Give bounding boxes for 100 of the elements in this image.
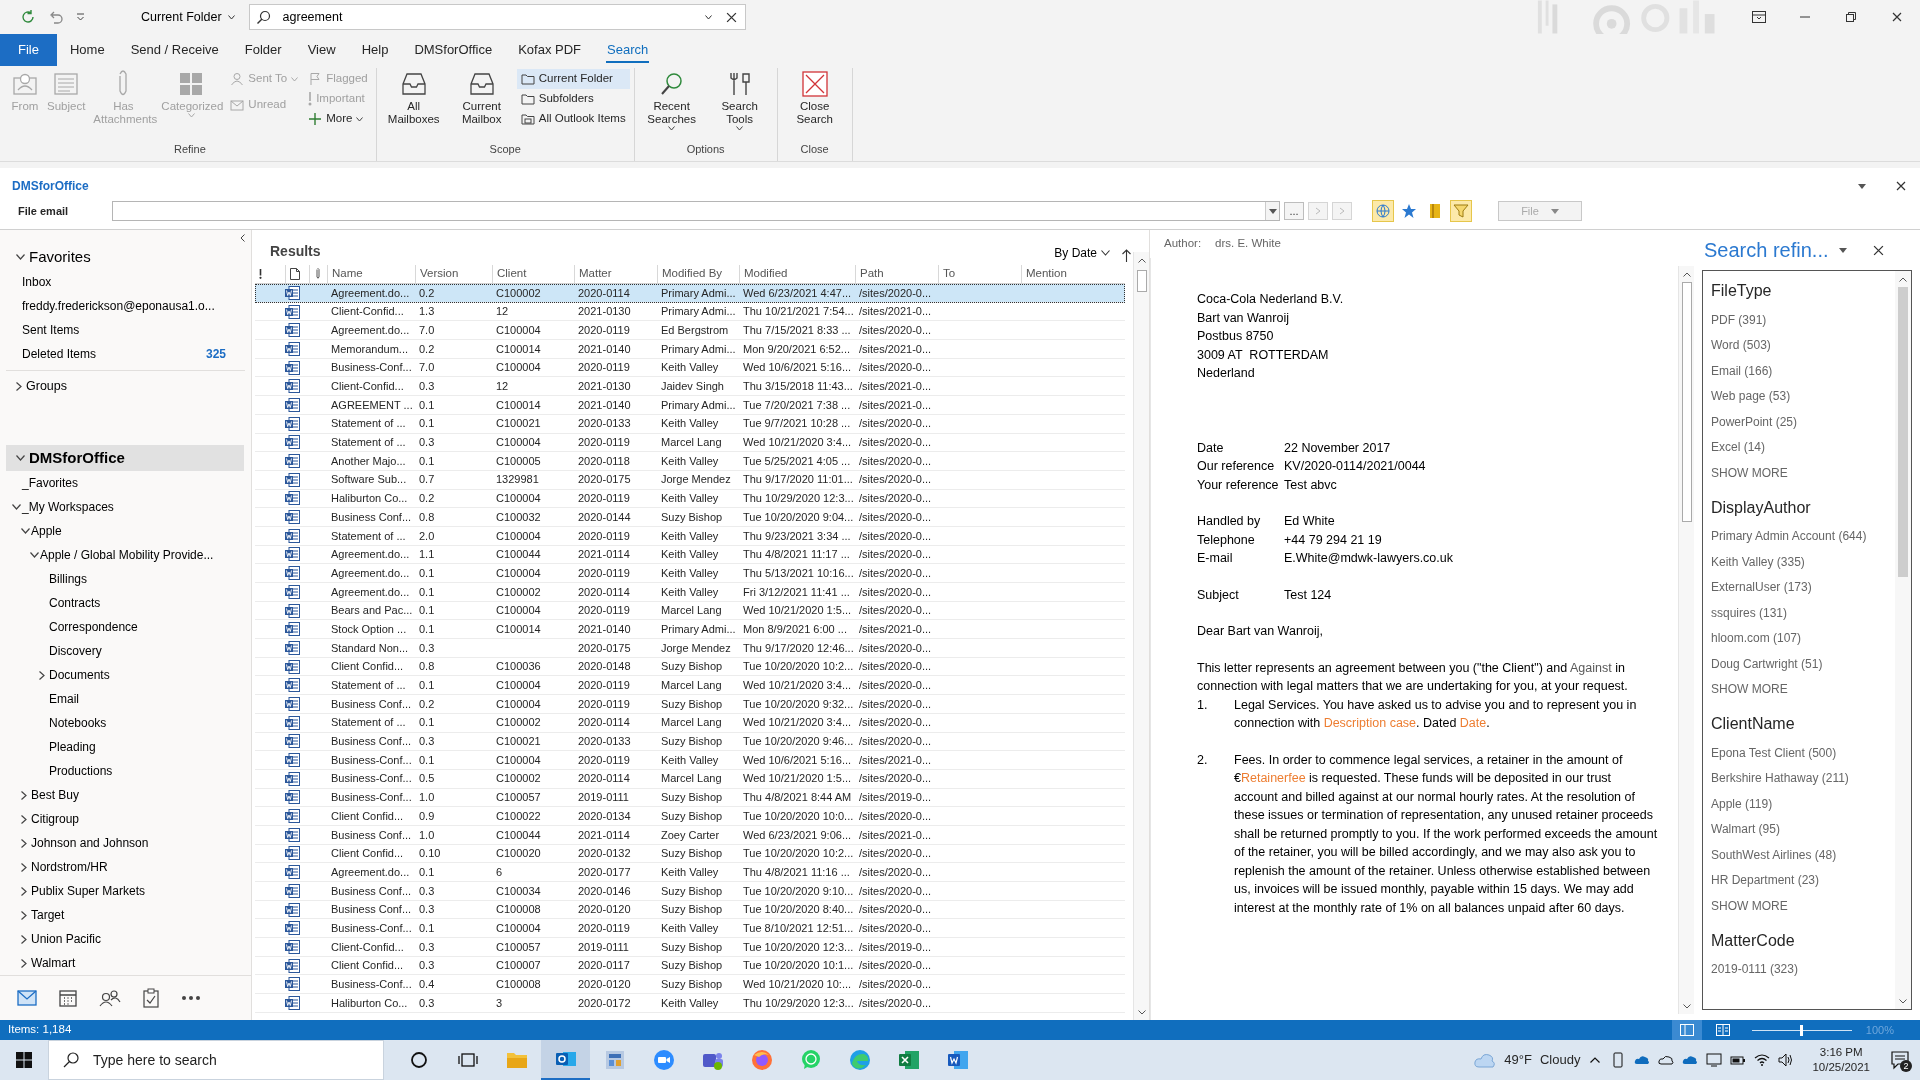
column-header[interactable]: Matter [574, 264, 657, 283]
column-header[interactable]: Mention [1021, 264, 1118, 283]
ribbon-button[interactable]: Search Tools [706, 68, 773, 133]
ribbon-tab[interactable]: Help [348, 34, 402, 66]
tree-item[interactable]: Best Buy [0, 783, 240, 807]
module-button[interactable] [14, 987, 40, 1009]
show-more-link[interactable]: SHOW MORE [1711, 676, 1895, 702]
result-row[interactable]: Business Conf... 0.3 C100008 2020-0120 Suzy Bishop Tue 10/20/2020 8:40... /sites/2020-0... [255, 900, 1125, 920]
result-row[interactable]: Agreement.do... 0.1 C100004 2020-0119 Keith Valley Thu 5/13/2021 10:16... /sites/2020-0... [255, 564, 1125, 583]
refiner-link[interactable]: HR Department (23) [1711, 867, 1895, 893]
ribbon-tab[interactable]: Kofax PDF [505, 34, 594, 66]
column-header[interactable]: Version [415, 264, 492, 283]
ribbon-button[interactable]: All Mailboxes [380, 68, 447, 128]
ribbon-tab[interactable]: File [0, 34, 57, 66]
tree-item[interactable]: Johnson and Johnson [0, 831, 240, 855]
refiner-link[interactable]: Email (166) [1711, 358, 1895, 384]
result-row[interactable]: Software Sub... 0.7 1329981 2020-0175 Jorge Mendez Thu 9/17/2020 11:01... /sites/2020-0... [255, 470, 1125, 490]
result-row[interactable]: Agreement.do... 0.1 C100002 2020-0114 Keith Valley Fri 3/12/2021 11:41 ... /sites/2020-0... [255, 583, 1125, 602]
column-header[interactable]: Modified [739, 264, 855, 283]
result-row[interactable]: Business-Conf... 0.1 C100004 2020-0119 Keith Valley Tue 8/10/2021 12:51... /sites/2020-0... [255, 919, 1125, 939]
result-row[interactable]: Another Majo... 0.1 C100005 2020-0118 Keith Valley Tue 5/25/2021 4:05 ... /sites/2020-0... [255, 452, 1125, 471]
show-more-link[interactable]: SHOW MORE [1711, 893, 1895, 919]
tree-item[interactable]: Correspondence [0, 615, 240, 639]
result-row[interactable]: Statement of ... 0.1 C100002 2020-0114 Marcel Lang Wed 10/21/2020 3:4... /sites/2020-0... [255, 713, 1125, 733]
customize-button[interactable] [74, 11, 87, 23]
sort-dropdown[interactable]: By Date [1048, 244, 1116, 262]
refiner-link[interactable]: Epona Test Client (500) [1711, 740, 1895, 766]
result-row[interactable]: Business Conf... 0.2 C100004 2020-0119 Suzy Bishop Tue 10/20/2020 9:32... /sites/2020-0... [255, 695, 1125, 714]
search-box[interactable]: agreement [248, 4, 746, 30]
result-row[interactable]: Business-Conf... 7.0 C100004 2020-0119 Keith Valley Wed 10/6/2021 5:16... /sites/2020-0... [255, 358, 1125, 378]
toolbar-button[interactable] [1372, 200, 1394, 222]
view-button[interactable] [1671, 1020, 1702, 1040]
refiner-link[interactable]: Doug Cartwright (51) [1711, 651, 1895, 677]
result-row[interactable]: Agreement.do... 0.2 C100002 2020-0114 Primary Admi... Wed 6/23/2021 4:47... /sites/2020-0... [255, 284, 1125, 303]
tree-item[interactable]: Citigroup [0, 807, 240, 831]
ribbon-button[interactable]: Subfolders [516, 89, 630, 109]
tree-item[interactable]: Contracts [0, 591, 240, 615]
tree-item[interactable]: _Favorites [0, 471, 240, 495]
result-row[interactable]: Client Confid... 0.9 C100022 2020-0134 Suzy Bishop Tue 10/20/2020 10:0... /sites/2020-0... [255, 807, 1125, 826]
result-row[interactable]: Client-Confid... 0.3 C100057 2019-0111 Suzy Bishop Tue 10/20/2020 12:3... /sites/2019-0... [255, 938, 1125, 957]
toolbar-button[interactable] [1450, 200, 1472, 222]
folder-item[interactable]: Inbox [0, 270, 232, 294]
refiner-link[interactable]: Berkshire Hathaway (211) [1711, 765, 1895, 791]
result-row[interactable]: Standard Non... 0.3 2020-0175 Jorge Mendez Thu 9/17/2020 12:46... /sites/2020-0... [255, 639, 1125, 658]
result-row[interactable]: Statement of ... 2.0 C100004 2020-0119 Keith Valley Thu 9/23/2021 3:34 ... /sites/2020-0... [255, 526, 1125, 546]
refiner-link[interactable]: Apple (119) [1711, 791, 1895, 817]
scrollbar[interactable] [1133, 252, 1149, 1020]
result-row[interactable]: Agreement.do... 0.1 6 2020-0177 Keith Valley Thu 4/8/2021 11:16 ... /sites/2020-0... [255, 863, 1125, 882]
refiner-link[interactable]: ssquires (131) [1711, 600, 1895, 626]
refiner-link[interactable]: Web page (53) [1711, 383, 1895, 409]
refiner-link[interactable]: PowerPoint (25) [1711, 409, 1895, 435]
dropdown-button[interactable] [702, 12, 714, 22]
result-row[interactable]: Memorandum... 0.2 C100014 2021-0140 Primary Admi... Mon 9/20/2021 6:52... /sites/2021-0... [255, 340, 1125, 359]
ribbon-button[interactable]: Close Search [781, 68, 848, 128]
column-header[interactable]: Client [492, 264, 574, 283]
ribbon-tab[interactable]: Folder [231, 34, 295, 66]
result-row[interactable]: Haliburton Co... 0.3 3 2020-0172 Keith Valley Thu 10/29/2020 12:3... /sites/2020-0... [255, 994, 1125, 1013]
refiner-link[interactable]: Walmart (95) [1711, 816, 1895, 842]
tree-item[interactable]: Discovery [0, 639, 240, 663]
result-row[interactable]: Business Conf... 0.3 C100021 2020-0133 Suzy Bishop Tue 10/20/2020 9:46... /sites/2020-0... [255, 732, 1125, 752]
tree-item[interactable]: Email [0, 687, 240, 711]
scope-dropdown[interactable]: Current Folder [135, 4, 241, 30]
ribbon-tab[interactable]: Send / Receive [117, 34, 232, 66]
refiner-link[interactable]: Excel (14) [1711, 434, 1895, 460]
folder-item[interactable]: Sent Items [0, 318, 232, 342]
section-header[interactable]: DMSforOffice [6, 445, 244, 471]
tree-item[interactable]: Documents [0, 663, 240, 687]
notifications-button[interactable]: 2 [1888, 1047, 1912, 1073]
refiner-link[interactable]: Keith Valley (335) [1711, 549, 1895, 575]
ribbon-button[interactable]: All Outlook Items [516, 109, 630, 129]
scroll-thumb[interactable] [1681, 282, 1692, 522]
tree-item[interactable]: Walmart [0, 951, 240, 975]
scrollbar[interactable] [1895, 271, 1911, 1009]
result-row[interactable]: Business Conf... 0.8 C100032 2020-0144 Suzy Bishop Tue 10/20/2020 9:04... /sites/2020-0... [255, 508, 1125, 527]
result-row[interactable]: Agreement.do... 1.1 C100044 2021-0114 Keith Valley Thu 4/8/2021 11:17 ... /sites/2020-0... [255, 545, 1125, 565]
module-button[interactable] [140, 985, 162, 1011]
result-row[interactable]: Bears and Pac... 0.1 C100004 2020-0119 Marcel Lang Wed 10/21/2020 1:5... /sites/2020-0... [255, 601, 1125, 621]
result-row[interactable]: Business-Conf... 0.4 C100008 2020-0120 Suzy Bishop Wed 10/21/2020 10:... /sites/2020-0... [255, 975, 1125, 995]
tree-item[interactable]: Nordstrom/HR [0, 855, 240, 879]
refiner-link[interactable]: hloom.com (107) [1711, 625, 1895, 651]
result-row[interactable]: Haliburton Co... 0.2 C100004 2020-0119 Keith Valley Thu 10/29/2020 12:3... /sites/2020-0... [255, 489, 1125, 509]
refiner-link[interactable]: 2019-0111 (323) [1711, 956, 1895, 982]
tree-item[interactable]: _My Workspaces [0, 495, 240, 519]
scrollbar[interactable] [1678, 266, 1694, 1014]
refiner-link[interactable]: Primary Admin Account (644) [1711, 523, 1895, 549]
result-row[interactable]: AGREEMENT ... 0.1 C100014 2021-0140 Primary Admi... Tue 7/20/2021 7:38 ... /sites/2021-0... [255, 396, 1125, 415]
column-header[interactable]: To [938, 264, 1021, 283]
pane-menu-button[interactable] [1836, 245, 1849, 255]
result-row[interactable]: Client Confid... 0.8 C100036 2020-0148 Suzy Bishop Tue 10/20/2020 10:2... /sites/2020-0... [255, 657, 1125, 677]
ribbon-button[interactable]: Current Folder [516, 69, 630, 89]
scroll-thumb[interactable] [1136, 270, 1147, 292]
result-row[interactable]: Statement of ... 0.1 C100004 2020-0119 Marcel Lang Wed 10/21/2020 3:4... /sites/2020-0... [255, 676, 1125, 696]
result-row[interactable]: Client-Confid... 0.3 12 2021-0130 Jaidev Singh Thu 3/15/2018 11:43... /sites/2021-0... [255, 377, 1125, 397]
tree-item[interactable]: Productions [0, 759, 240, 783]
file-email-field[interactable] [112, 201, 1280, 221]
result-row[interactable]: Business-Conf... 0.5 C100002 2020-0114 Marcel Lang Wed 10/21/2020 1:5... /sites/2020-0... [255, 769, 1125, 789]
folder-item[interactable]: freddy.frederickson@eponausa1.o... [0, 294, 232, 318]
tree-item[interactable]: Publix Super Markets [0, 879, 240, 903]
folder-item[interactable]: Deleted Items 325 [0, 342, 232, 366]
column-header[interactable]: Name [327, 264, 415, 283]
